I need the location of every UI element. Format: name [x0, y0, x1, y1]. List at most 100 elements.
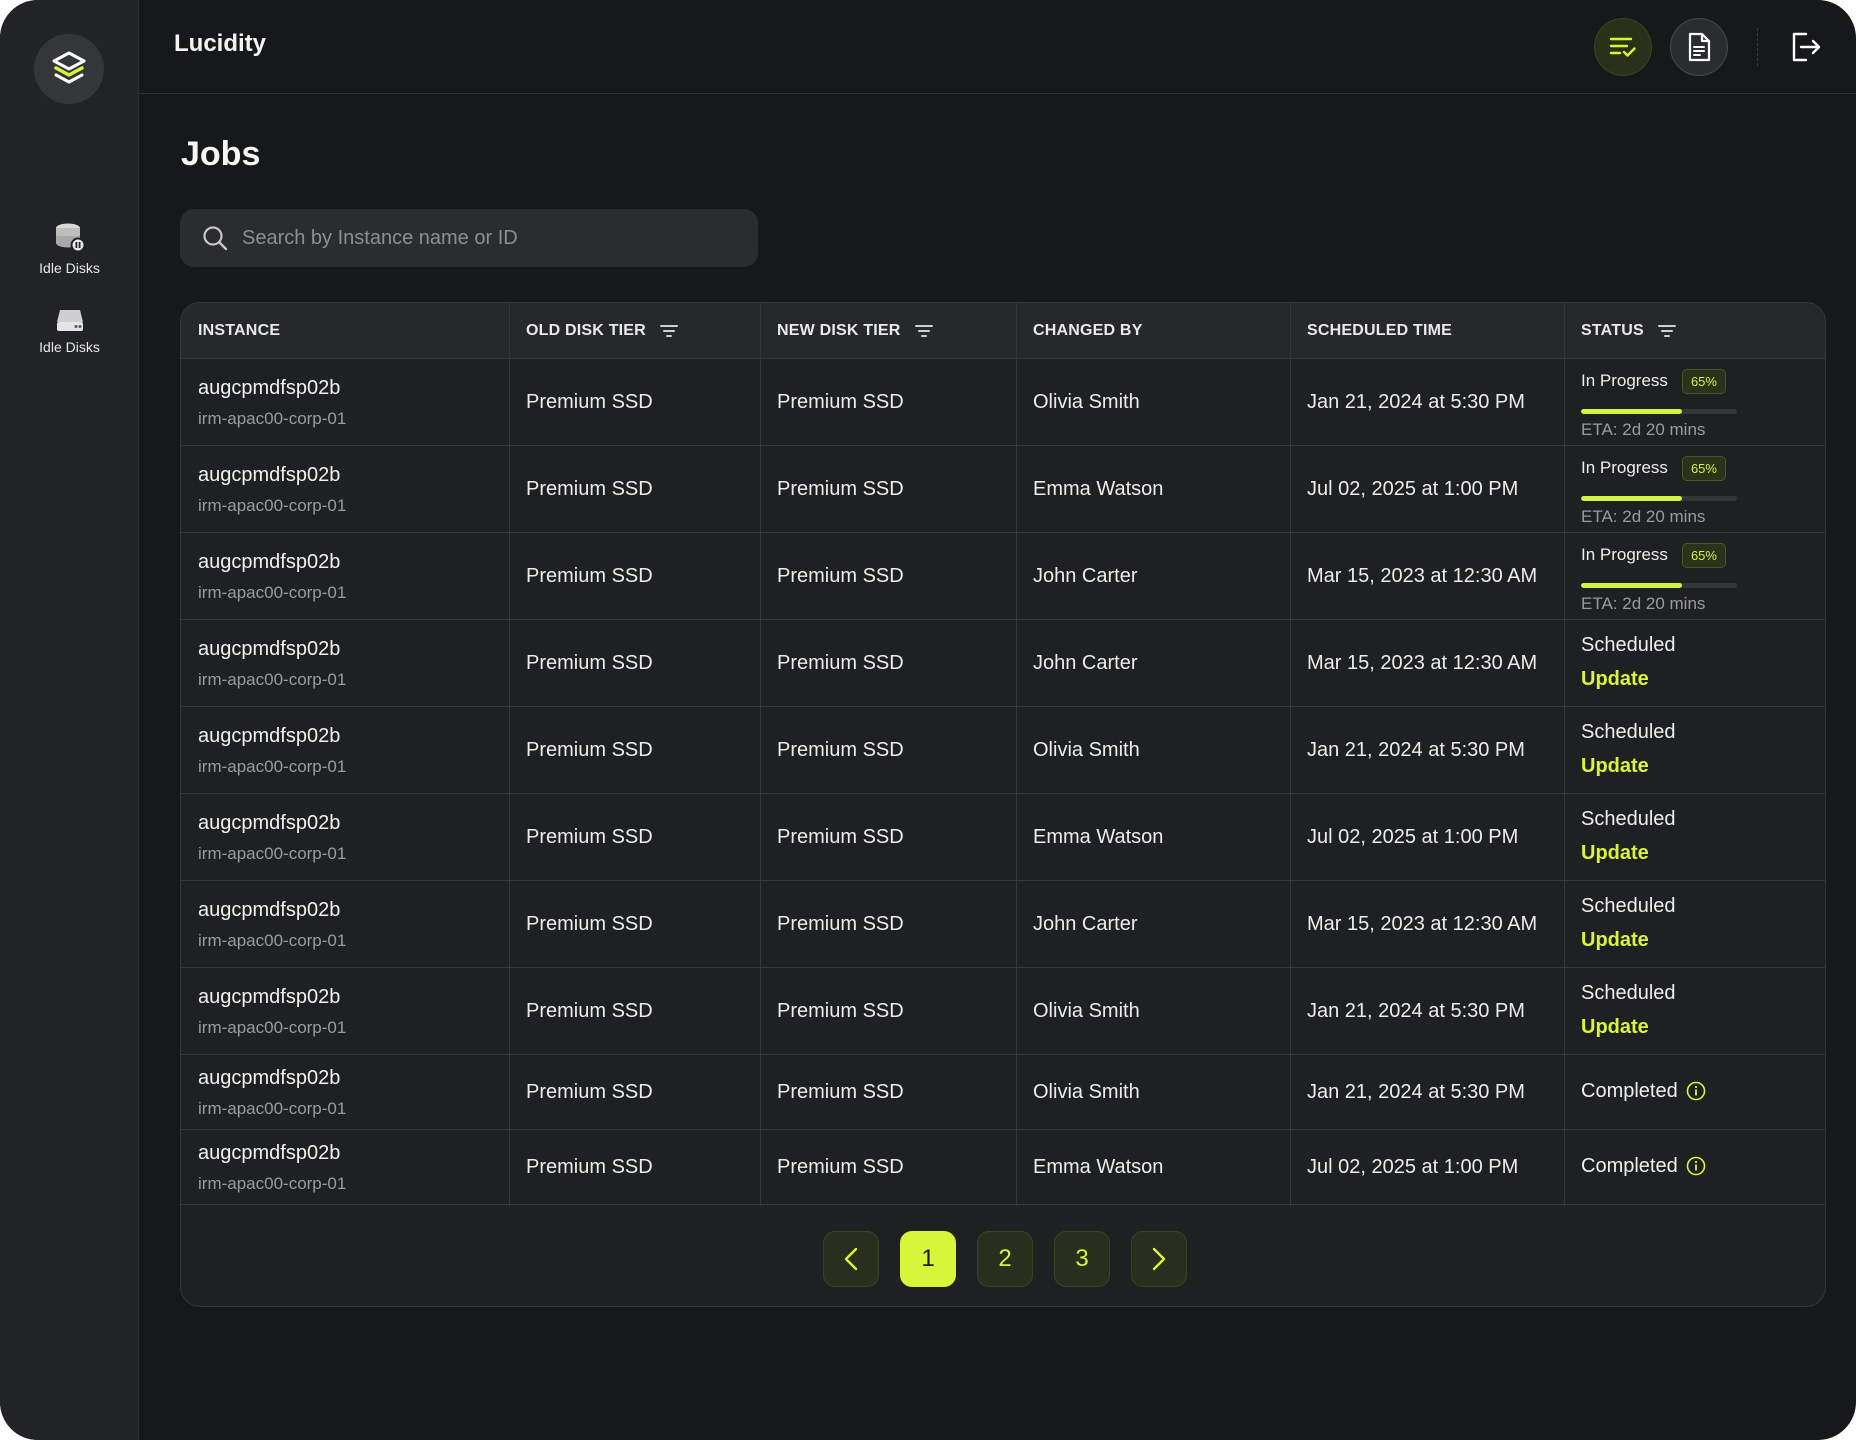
update-link[interactable]: Update [1581, 929, 1676, 952]
table-row[interactable]: augcpmdfsp02b irm-apac00-corp-01 Premium S… [181, 1055, 1825, 1130]
changed-by: John Carter [1033, 651, 1138, 674]
instance-id: irm-apac00-corp-01 [198, 930, 347, 950]
scheduled-time: Jan 21, 2024 at 5:30 PM [1307, 999, 1525, 1022]
instance-cell: augcpmdfsp02b irm-apac00-corp-01 [198, 812, 346, 864]
progress-percent-badge: 65% [1681, 369, 1726, 394]
progress-bar [1581, 409, 1737, 414]
status-label: Scheduled [1581, 981, 1676, 1004]
table-row[interactable]: augcpmdfsp02b irm-apac00-corp-01 Premium S… [181, 359, 1825, 446]
old-disk-tier: Premium SSD [526, 912, 653, 935]
page-button-3[interactable]: 3 [1054, 1231, 1110, 1287]
instance-name[interactable]: augcpmdfsp02b [198, 986, 346, 1009]
progress-bar-fill [1581, 496, 1683, 501]
status-cell: Scheduled Update [1581, 895, 1676, 952]
table-row[interactable]: augcpmdfsp02b irm-apac00-corp-01 Premium S… [181, 794, 1825, 881]
progress-bar [1581, 583, 1737, 588]
previous-page-button[interactable] [823, 1231, 879, 1287]
old-disk-tier: Premium SSD [526, 999, 653, 1022]
update-link[interactable]: Update [1581, 1016, 1676, 1039]
update-link[interactable]: Update [1581, 755, 1676, 778]
status-line: In Progress 65% [1581, 456, 1726, 481]
instance-name[interactable]: augcpmdfsp02b [198, 377, 346, 400]
status-label: Completed [1581, 1154, 1678, 1177]
changed-by: Olivia Smith [1033, 999, 1140, 1022]
table-row[interactable]: augcpmdfsp02b irm-apac00-corp-01 Premium S… [181, 620, 1825, 707]
status-label: In Progress [1581, 371, 1668, 390]
instance-name[interactable]: augcpmdfsp02b [198, 1142, 346, 1165]
chevron-left-icon [844, 1247, 858, 1271]
info-icon[interactable] [1686, 1156, 1706, 1176]
status-cell: In Progress 65% ETA: 2d 20 mins [1581, 369, 1737, 440]
sidebar-item-label: Idle Disks [39, 260, 100, 276]
scheduled-time: Jan 21, 2024 at 5:30 PM [1307, 1080, 1525, 1103]
instance-name[interactable]: augcpmdfsp02b [198, 812, 346, 835]
progress-percent-badge: 65% [1681, 543, 1726, 568]
instance-name[interactable]: augcpmdfsp02b [198, 1067, 346, 1090]
progress-bar-fill [1581, 409, 1683, 414]
search-icon [203, 226, 228, 251]
instance-name[interactable]: augcpmdfsp02b [198, 464, 346, 487]
instance-name[interactable]: augcpmdfsp02b [198, 725, 346, 748]
update-link[interactable]: Update [1581, 668, 1676, 691]
progress-percent-badge: 65% [1681, 456, 1726, 481]
sidebar-item-idle-disks[interactable]: Idle Disks [0, 222, 139, 276]
database-disk-icon [55, 223, 85, 253]
status-cell: Completed [1581, 1080, 1706, 1103]
instance-name[interactable]: augcpmdfsp02b [198, 638, 346, 661]
search-bar[interactable] [180, 209, 758, 267]
top-header: Lucidity [139, 0, 1856, 94]
table-row[interactable]: augcpmdfsp02b irm-apac00-corp-01 Premium S… [181, 968, 1825, 1055]
changed-by: Emma Watson [1033, 477, 1164, 500]
jobs-list-button[interactable] [1594, 18, 1652, 76]
filter-icon[interactable] [914, 324, 933, 338]
document-button[interactable] [1670, 18, 1728, 76]
status-cell: Scheduled Update [1581, 721, 1676, 778]
table-row[interactable]: augcpmdfsp02b irm-apac00-corp-01 Premium S… [181, 446, 1825, 533]
instance-cell: augcpmdfsp02b irm-apac00-corp-01 [198, 638, 346, 690]
scheduled-time: Jan 21, 2024 at 5:30 PM [1307, 390, 1525, 413]
instance-cell: augcpmdfsp02b irm-apac00-corp-01 [198, 899, 346, 951]
sidebar-item-label: Idle Disks [39, 339, 100, 355]
header-divider [1757, 28, 1758, 66]
instance-name[interactable]: augcpmdfsp02b [198, 551, 346, 574]
logout-button[interactable] [1776, 18, 1834, 76]
page-title: Jobs [181, 135, 261, 173]
eta-text: ETA: 2d 20 mins [1581, 420, 1706, 439]
logout-icon [1792, 32, 1821, 62]
instance-id: irm-apac00-corp-01 [198, 1173, 347, 1193]
new-disk-tier: Premium SSD [777, 999, 904, 1022]
hard-drive-icon [56, 310, 83, 331]
table-row[interactable]: augcpmdfsp02b irm-apac00-corp-01 Premium S… [181, 707, 1825, 794]
new-disk-tier: Premium SSD [777, 912, 904, 935]
status-cell: Scheduled Update [1581, 634, 1676, 691]
table-row[interactable]: augcpmdfsp02b irm-apac00-corp-01 Premium S… [181, 881, 1825, 968]
scheduled-time: Mar 15, 2023 at 12:30 AM [1307, 564, 1538, 587]
column-old-disk-tier[interactable]: OLD DISK TIER [526, 303, 678, 359]
old-disk-tier: Premium SSD [526, 390, 653, 413]
changed-by: Emma Watson [1033, 825, 1164, 848]
table-row[interactable]: augcpmdfsp02b irm-apac00-corp-01 Premium S… [181, 1130, 1825, 1205]
table-row[interactable]: augcpmdfsp02b irm-apac00-corp-01 Premium S… [181, 533, 1825, 620]
column-status[interactable]: STATUS [1581, 303, 1676, 359]
filter-icon[interactable] [659, 324, 678, 338]
info-icon[interactable] [1686, 1081, 1706, 1101]
instance-cell: augcpmdfsp02b irm-apac00-corp-01 [198, 725, 346, 777]
app-logo[interactable] [34, 34, 104, 104]
column-new-disk-tier[interactable]: NEW DISK TIER [777, 303, 933, 359]
table-header: INSTANCE OLD DISK TIER NEW DISK TIER CHA… [181, 303, 1825, 359]
sidebar-item-idle-disks-2[interactable]: Idle Disks [0, 307, 139, 355]
page-button-1[interactable]: 1 [900, 1231, 956, 1287]
next-page-button[interactable] [1131, 1231, 1187, 1287]
scheduled-time: Jul 02, 2025 at 1:00 PM [1307, 1155, 1519, 1178]
instance-name[interactable]: augcpmdfsp02b [198, 899, 346, 922]
new-disk-tier: Premium SSD [777, 825, 904, 848]
status-completed: Completed [1581, 1155, 1706, 1178]
instance-id: irm-apac00-corp-01 [198, 408, 347, 428]
instance-cell: augcpmdfsp02b irm-apac00-corp-01 [198, 551, 346, 603]
filter-icon[interactable] [1657, 324, 1676, 338]
page-button-2[interactable]: 2 [977, 1231, 1033, 1287]
search-input[interactable] [242, 226, 722, 250]
instance-cell: augcpmdfsp02b irm-apac00-corp-01 [198, 464, 346, 516]
status-label: Scheduled [1581, 807, 1676, 830]
update-link[interactable]: Update [1581, 842, 1676, 865]
